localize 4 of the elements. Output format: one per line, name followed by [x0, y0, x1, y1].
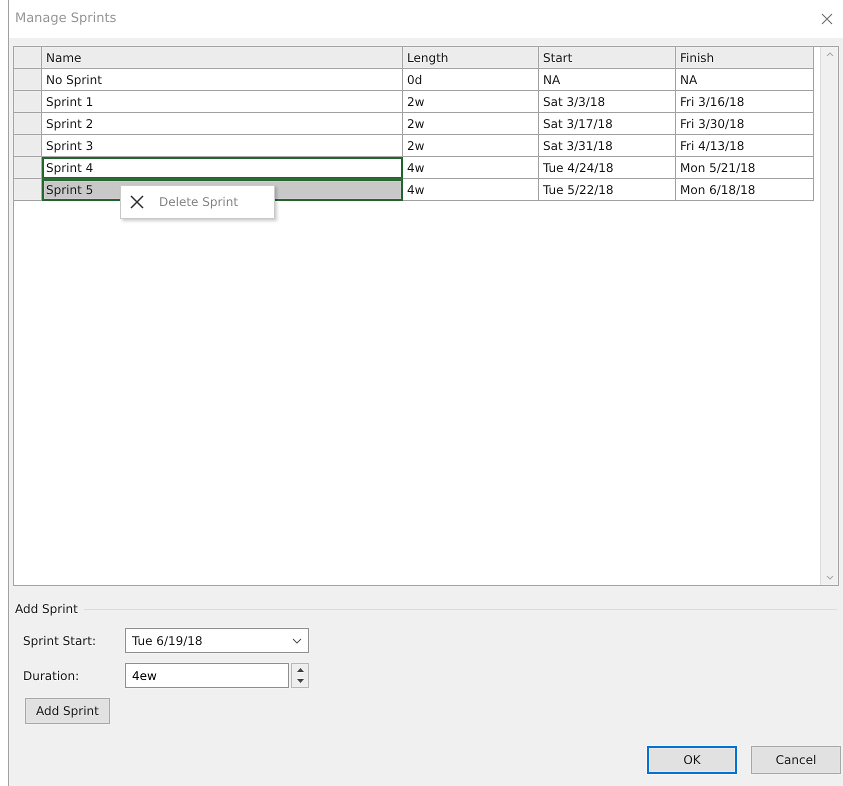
group-title: Add Sprint [15, 601, 78, 618]
field-label: Sprint Start: [23, 632, 97, 650]
window-title: Manage Sprints [15, 10, 116, 28]
field-label: Duration: [23, 668, 80, 684]
